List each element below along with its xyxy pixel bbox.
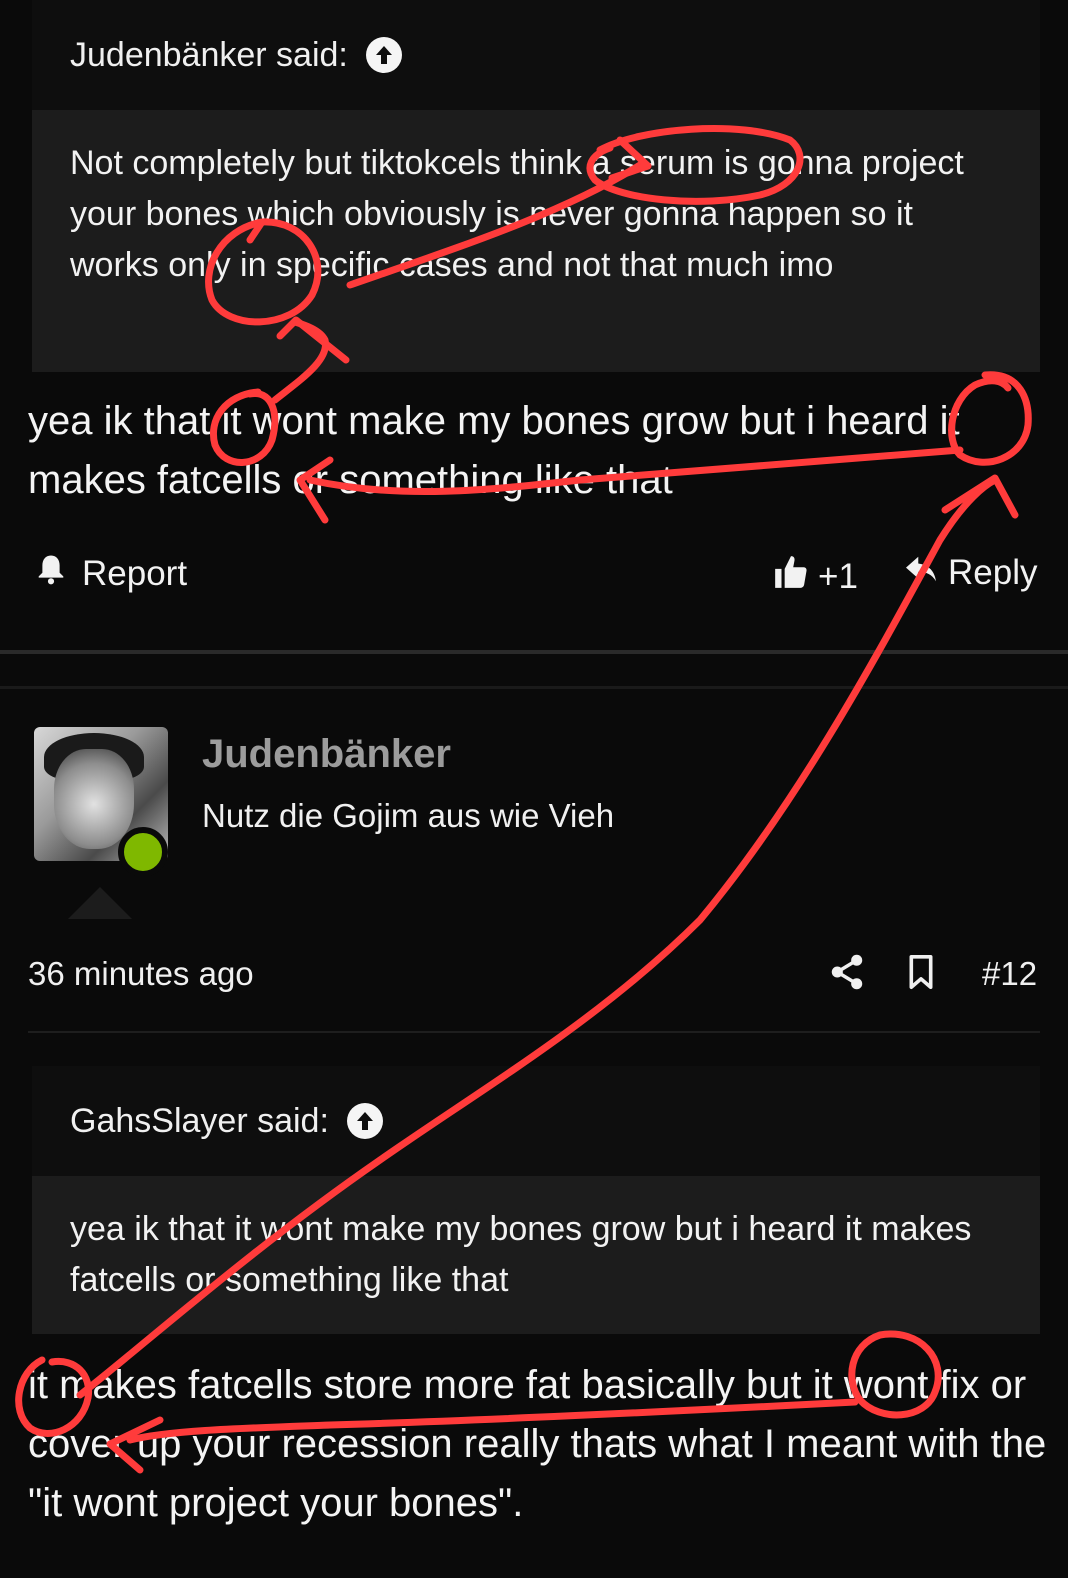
user-title: Nutz die Gojim aus wie Vieh [202, 797, 615, 834]
quote-author[interactable]: Judenbänker said: [70, 36, 348, 75]
post-message: it makes fatcells store more fat basical… [28, 1363, 1047, 1525]
username-link[interactable]: Judenbänker [202, 732, 451, 777]
post-actions: Report +1 Reply [0, 553, 1068, 613]
post-divider [0, 686, 1068, 689]
quote-text: yea ik that it wont make my bones grow b… [70, 1210, 972, 1299]
arrow-up-circle-icon[interactable] [365, 37, 402, 73]
quote-author[interactable]: GahsSlayer said: [70, 1102, 329, 1141]
post-meta: 36 minutes ago #12 [0, 950, 1068, 1000]
bookmark-icon[interactable] [906, 954, 936, 998]
like-count: +1 [818, 556, 858, 596]
quote-block-1: Judenbänker said: Not completely but tik… [32, 0, 1040, 372]
share-icon[interactable] [830, 954, 864, 998]
reply-button[interactable]: Reply [904, 553, 1037, 593]
like-button[interactable]: +1 [772, 553, 858, 600]
thumbs-up-icon [772, 553, 810, 600]
report-label: Report [82, 553, 188, 593]
caret-up-icon [68, 887, 132, 919]
reply-label: Reply [948, 553, 1038, 592]
arrow-up-circle-icon[interactable] [346, 1103, 383, 1139]
quote-header[interactable]: Judenbänker said: [32, 0, 1040, 110]
post-divider [0, 650, 1068, 654]
meta-divider [28, 1031, 1040, 1033]
reply-icon [904, 553, 938, 593]
bell-icon [36, 553, 66, 594]
quote-block-2: GahsSlayer said: yea ik that it wont mak… [32, 1066, 1040, 1334]
post-timestamp[interactable]: 36 minutes ago [28, 955, 254, 993]
post-message: yea ik that it wont make my bones grow b… [28, 399, 960, 502]
post-number-link[interactable]: #12 [982, 955, 1037, 993]
quote-header[interactable]: GahsSlayer said: [32, 1066, 1040, 1176]
report-button[interactable]: Report [36, 553, 187, 594]
online-status-icon [118, 827, 168, 877]
quote-text: Not completely but tiktokcels think a se… [70, 144, 964, 284]
